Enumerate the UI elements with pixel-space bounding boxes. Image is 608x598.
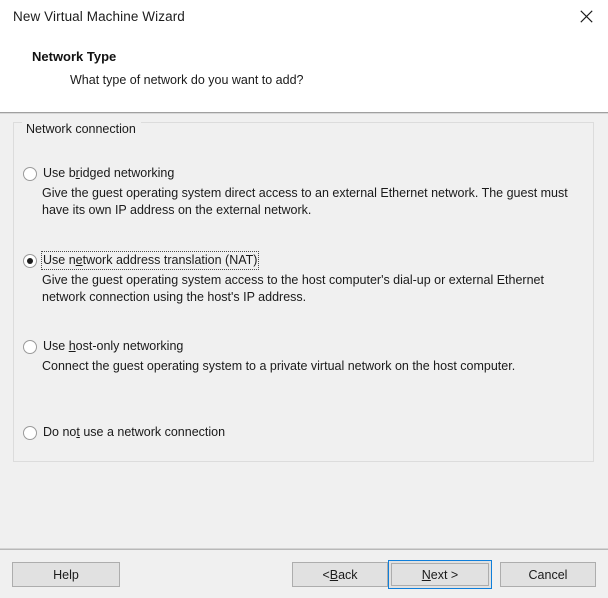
radio-host-only[interactable] (23, 340, 37, 354)
network-connection-group-label: Network connection (22, 122, 141, 136)
option-host-only-row[interactable]: Use host-only networking (23, 338, 590, 357)
option-no-network-label: Do not use a network connection (43, 425, 226, 439)
option-bridged[interactable]: Use bridged networking Give the guest op… (23, 165, 590, 219)
option-bridged-label: Use bridged networking (43, 166, 175, 180)
option-no-network-row[interactable]: Do not use a network connection (23, 424, 226, 443)
radio-bridged[interactable] (23, 167, 37, 181)
page-title: Network Type (32, 49, 117, 64)
title-bar: New Virtual Machine Wizard (0, 0, 608, 36)
dialog-footer: Help < Back Next > Cancel (0, 550, 608, 598)
option-bridged-row[interactable]: Use bridged networking (23, 165, 590, 184)
option-nat[interactable]: Use network address translation (NAT) Gi… (23, 251, 590, 306)
help-button[interactable]: Help (12, 562, 120, 587)
back-button[interactable]: < Back (292, 562, 388, 587)
window-title: New Virtual Machine Wizard (13, 9, 185, 24)
radio-no-network[interactable] (23, 426, 37, 440)
option-host-only-label: Use host-only networking (43, 339, 184, 353)
option-host-only-description: Connect the guest operating system to a … (42, 359, 516, 373)
option-nat-row[interactable]: Use network address translation (NAT) (23, 251, 590, 271)
option-nat-label: Use network address translation (NAT) (40, 251, 260, 270)
option-nat-description: Give the guest operating system access t… (42, 273, 544, 304)
next-button[interactable]: Next > (388, 560, 492, 589)
option-host-only[interactable]: Use host-only networking Connect the gue… (23, 338, 590, 375)
cancel-button[interactable]: Cancel (500, 562, 596, 587)
close-window-button[interactable] (564, 0, 608, 32)
page-subtitle: What type of network do you want to add? (70, 73, 304, 87)
next-button-inner: Next > (391, 563, 489, 586)
close-x-icon (579, 9, 593, 23)
radio-nat[interactable] (23, 254, 37, 268)
option-bridged-description: Give the guest operating system direct a… (42, 186, 568, 217)
wizard-header: Network Type What type of network do you… (0, 36, 608, 113)
option-no-network[interactable]: Do not use a network connection (23, 424, 226, 443)
